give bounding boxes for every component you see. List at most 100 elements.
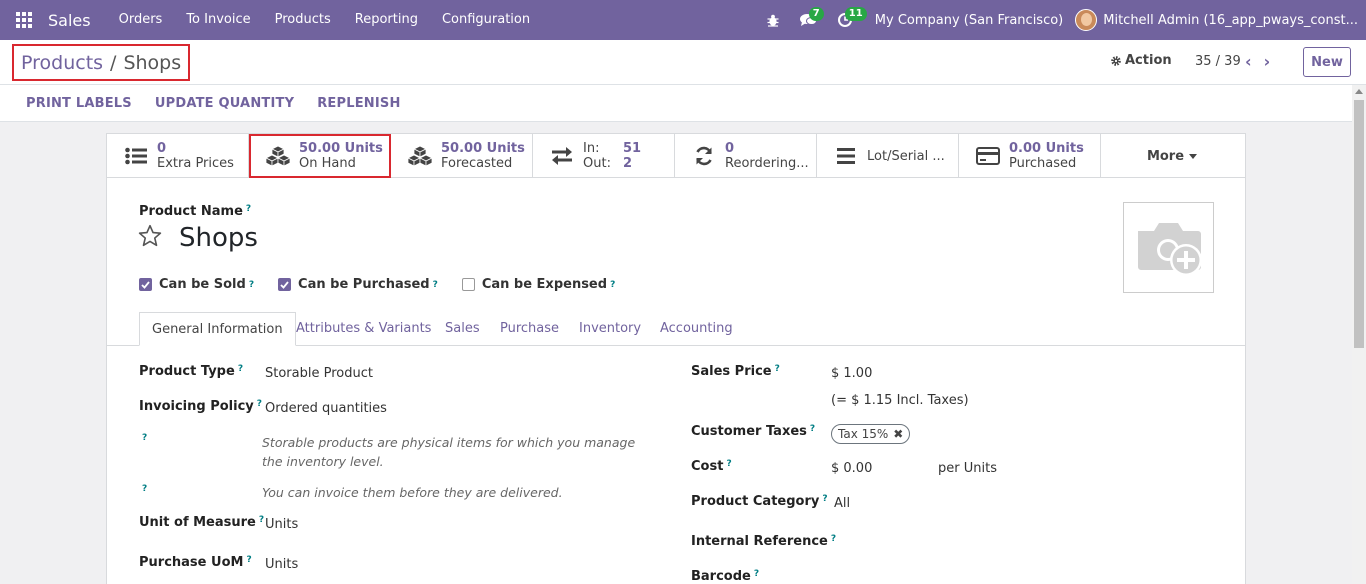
- purchase-uom-label: Purchase UoM?: [139, 555, 252, 570]
- credit-card-icon: [975, 144, 1001, 168]
- on-hand-label: On Hand: [299, 156, 356, 171]
- purchased-button[interactable]: 0.00 Units Purchased: [959, 134, 1101, 178]
- in-out-button[interactable]: In: 51 Out: 2: [533, 134, 675, 178]
- cost-unit-label: per Units: [938, 461, 997, 476]
- tab-purchase[interactable]: Purchase: [500, 312, 559, 346]
- favorite-star-icon[interactable]: [137, 223, 163, 249]
- control-panel: Products / Shops Action 35 / 39 ‹ › New: [0, 40, 1366, 85]
- tab-inventory[interactable]: Inventory: [579, 312, 641, 346]
- app-menu-icon[interactable]: [0, 0, 48, 40]
- reordering-button[interactable]: 0 Reordering...: [675, 134, 817, 178]
- tax-tag: Tax 15% ✖: [831, 424, 911, 444]
- chat-icon[interactable]: 7: [791, 0, 827, 40]
- tab-sales[interactable]: Sales: [445, 312, 480, 346]
- gear-icon: [1111, 55, 1121, 66]
- internal-reference-label: Internal Reference?: [691, 534, 837, 549]
- reordering-value: 0: [725, 141, 735, 156]
- checked-icon: [139, 278, 152, 291]
- action-button[interactable]: Action: [1110, 53, 1172, 68]
- sales-price-input[interactable]: $ 1.00: [831, 366, 872, 381]
- tab-general-information[interactable]: General Information: [139, 312, 296, 346]
- forecasted-value: 50.00 Units: [441, 141, 525, 156]
- user-menu[interactable]: Mitchell Admin (16_app_pways_const...: [1075, 9, 1358, 31]
- product-category-label: Product Category?: [691, 494, 828, 509]
- out-value: 2: [623, 156, 633, 171]
- more-label: More: [1146, 148, 1185, 164]
- pager-next-icon[interactable]: ›: [1264, 52, 1271, 71]
- breadcrumb: Products / Shops: [12, 44, 191, 81]
- company-switcher[interactable]: My Company (San Francisco): [875, 13, 1063, 28]
- scroll-up-arrow-icon[interactable]: [1355, 89, 1363, 94]
- app-name[interactable]: Sales: [48, 11, 91, 30]
- menu-orders[interactable]: Orders: [107, 0, 175, 40]
- unit-of-measure-label: Unit of Measure?: [139, 515, 265, 530]
- pager-previous-icon[interactable]: ‹: [1245, 52, 1252, 71]
- barcode-label: Barcode?: [691, 569, 760, 584]
- breadcrumb-products-link[interactable]: Products: [21, 52, 103, 74]
- extra-prices-button[interactable]: 0 Extra Prices: [107, 134, 249, 178]
- menu-reporting[interactable]: Reporting: [343, 0, 430, 40]
- invoice-help-text: You can invoice them before they are del…: [262, 485, 563, 500]
- smart-button-bar: 0 Extra Prices 50.00 Units On Hand 50.00…: [107, 134, 1245, 178]
- can-be-sold-checkbox[interactable]: Can be Sold?: [139, 277, 254, 292]
- extra-prices-value: 0: [157, 141, 167, 156]
- lot-serial-label: Lot/Serial ...: [867, 148, 945, 164]
- tab-accounting[interactable]: Accounting: [660, 312, 733, 346]
- activity-clock-icon[interactable]: 11: [827, 0, 867, 40]
- forecasted-button[interactable]: 50.00 Units Forecasted: [391, 134, 533, 178]
- in-value: 51: [623, 141, 642, 156]
- menu-products[interactable]: Products: [263, 0, 343, 40]
- debug-bug-icon[interactable]: [755, 0, 791, 40]
- invoicing-policy-select[interactable]: Ordered quantities: [265, 401, 387, 416]
- in-label: In:: [583, 141, 600, 156]
- action-label: Action: [1125, 53, 1172, 68]
- reordering-label: Reordering...: [725, 156, 809, 171]
- extra-prices-label: Extra Prices: [157, 156, 234, 171]
- unchecked-box-icon: [461, 278, 475, 291]
- invoicing-policy-label: Invoicing Policy?: [139, 399, 262, 414]
- print-labels-button[interactable]: PRINT LABELS: [26, 96, 132, 111]
- caret-down-icon: [1189, 153, 1198, 159]
- tab-attributes-variants[interactable]: Attributes & Variants: [296, 312, 431, 346]
- new-button[interactable]: New: [1303, 47, 1351, 77]
- form-sheet: 0 Extra Prices 50.00 Units On Hand 50.00…: [106, 133, 1246, 584]
- unit-of-measure-field[interactable]: Units: [265, 517, 298, 532]
- product-type-select[interactable]: Storable Product: [265, 366, 373, 381]
- menu-configuration[interactable]: Configuration: [430, 0, 542, 40]
- cubes-icon: [407, 144, 433, 168]
- purchase-uom-field[interactable]: Units: [265, 557, 298, 572]
- on-hand-button[interactable]: 50.00 Units On Hand: [249, 134, 391, 178]
- help-mark: ?: [142, 484, 148, 494]
- product-type-label: Product Type?: [139, 364, 244, 379]
- remove-tag-icon[interactable]: ✖: [893, 427, 903, 441]
- notebook-tabs: General Information Attributes & Variant…: [107, 312, 1245, 346]
- product-name-input[interactable]: Shops: [179, 223, 258, 253]
- replenish-button[interactable]: REPLENISH: [317, 96, 400, 111]
- camera-plus-icon: [1137, 222, 1202, 276]
- more-button[interactable]: More: [1101, 134, 1243, 178]
- product-image-upload[interactable]: [1123, 202, 1214, 293]
- can-be-purchased-checkbox[interactable]: Can be Purchased?: [278, 277, 438, 292]
- scroll-thumb[interactable]: [1354, 100, 1364, 348]
- cost-label: Cost?: [691, 459, 732, 474]
- update-quantity-button[interactable]: UPDATE QUANTITY: [155, 96, 294, 111]
- bars-icon: [833, 144, 859, 168]
- top-navbar: Sales Orders To Invoice Products Reporti…: [0, 0, 1366, 40]
- cubes-icon: [265, 144, 291, 168]
- out-label: Out:: [583, 156, 611, 171]
- menu-to-invoice[interactable]: To Invoice: [174, 0, 262, 40]
- product-category-field[interactable]: All: [834, 496, 850, 511]
- purchased-value: 0.00 Units: [1009, 141, 1084, 156]
- vertical-scrollbar[interactable]: [1352, 85, 1366, 584]
- purchased-label: Purchased: [1009, 156, 1077, 171]
- lot-serial-button[interactable]: Lot/Serial ...: [817, 134, 959, 178]
- refresh-icon: [691, 144, 717, 168]
- on-hand-value: 50.00 Units: [299, 141, 383, 156]
- avatar: [1075, 9, 1098, 31]
- can-be-expensed-checkbox[interactable]: Can be Expensed?: [461, 277, 615, 292]
- exchange-arrows-icon: [549, 144, 575, 168]
- pager-value[interactable]: 35 / 39: [1195, 54, 1241, 69]
- cost-input[interactable]: $ 0.00: [831, 461, 872, 476]
- activity-badge: 11: [844, 7, 867, 21]
- breadcrumb-current: Shops: [123, 51, 182, 74]
